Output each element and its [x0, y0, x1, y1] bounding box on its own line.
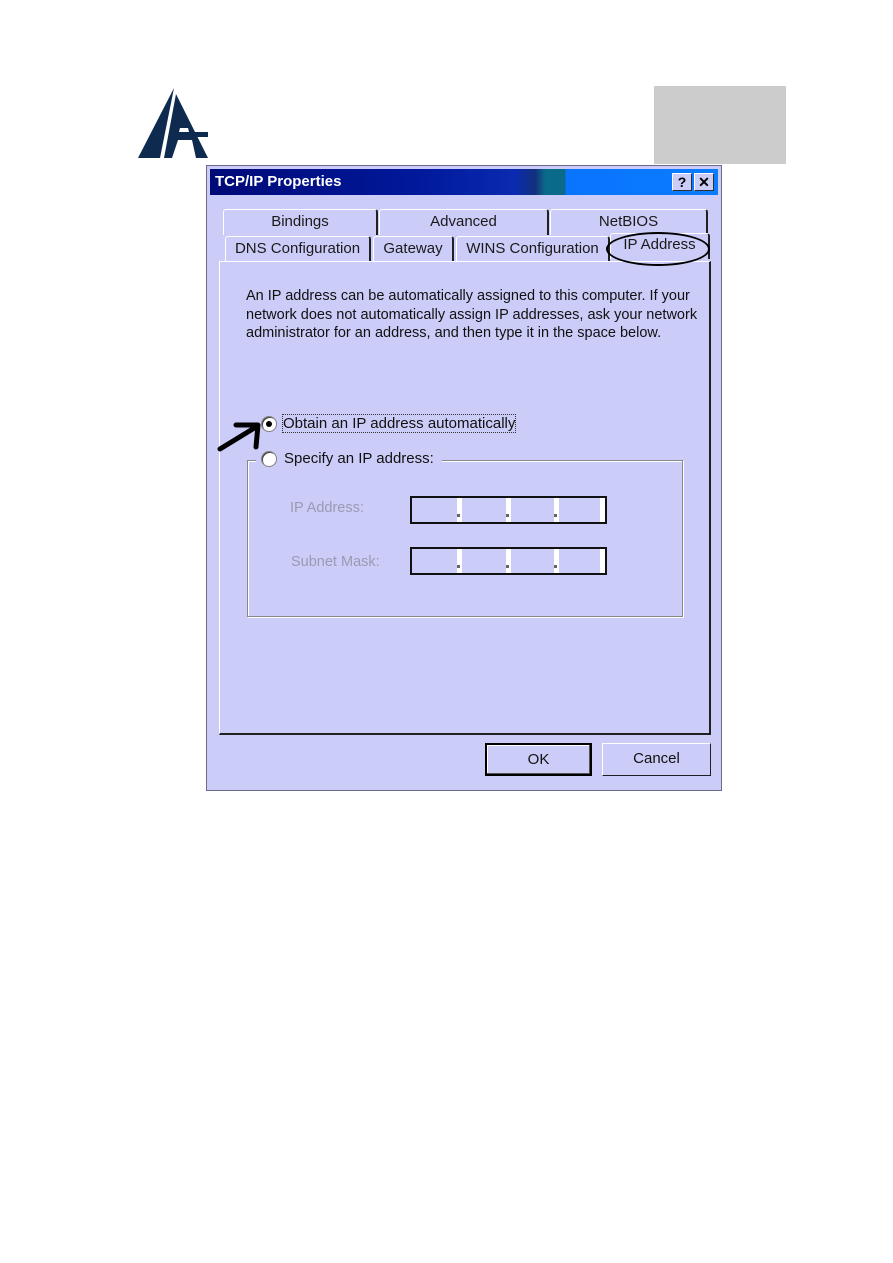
close-icon: ✕	[698, 174, 710, 190]
close-button[interactable]: ✕	[694, 173, 714, 191]
tab-netbios[interactable]: NetBIOS	[550, 209, 708, 235]
ip-dot-separator	[506, 498, 511, 522]
specify-ip-label[interactable]: Specify an IP address:	[284, 450, 434, 467]
obtain-ip-automatically-label[interactable]: Obtain an IP address automatically	[281, 414, 517, 433]
ip-dot-separator	[554, 549, 559, 573]
tab-gateway[interactable]: Gateway	[373, 236, 454, 262]
ip-address-input[interactable]	[410, 496, 607, 524]
specify-ip-groupbox	[247, 460, 683, 617]
tab-advanced[interactable]: Advanced	[379, 209, 549, 235]
tab-ip-address[interactable]: IP Address	[610, 233, 710, 259]
ip-address-label: IP Address:	[290, 500, 364, 516]
ok-button[interactable]: OK	[485, 743, 592, 776]
tab-dns-configuration[interactable]: DNS Configuration	[225, 236, 371, 262]
atlantis-logo-icon	[138, 88, 208, 158]
ip-dot-separator	[554, 498, 559, 522]
tab-wins-configuration[interactable]: WINS Configuration	[456, 236, 610, 262]
cancel-button[interactable]: Cancel	[602, 743, 711, 776]
dialog-title: TCP/IP Properties	[215, 173, 342, 190]
subnet-mask-label: Subnet Mask:	[291, 554, 380, 570]
subnet-mask-input[interactable]	[410, 547, 607, 575]
description-text: An IP address can be automatically assig…	[246, 288, 698, 341]
ip-field-end	[600, 549, 605, 573]
annotation-arrow-icon	[217, 422, 261, 452]
title-bar[interactable]: TCP/IP Properties ? ✕	[210, 169, 718, 195]
ip-field-end	[600, 498, 605, 522]
ip-dot-separator	[457, 498, 462, 522]
gray-placeholder-block	[654, 86, 786, 164]
help-button[interactable]: ?	[672, 173, 692, 191]
ip-dot-separator	[457, 549, 462, 573]
tab-bindings[interactable]: Bindings	[223, 209, 378, 235]
ip-dot-separator	[506, 549, 511, 573]
